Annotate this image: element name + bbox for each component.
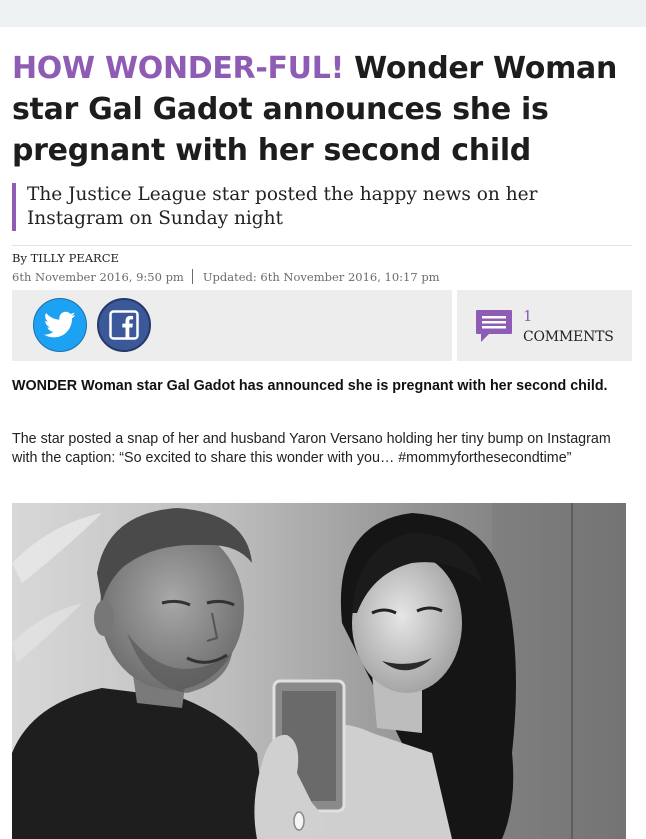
updated-date: Updated: 6th November 2016, 10:17 pm (202, 269, 440, 284)
date-separator (191, 269, 193, 284)
twitter-share-button[interactable] (33, 298, 87, 352)
comments-label: COMMENTS (523, 329, 614, 345)
top-bar (0, 0, 646, 27)
facebook-icon (109, 310, 139, 340)
headline: HOW WONDER-FUL! Wonder Woman star Gal Ga… (12, 48, 634, 171)
facebook-share-button[interactable] (97, 298, 151, 352)
comment-icon (476, 310, 512, 342)
comments-count: 1 (523, 307, 533, 325)
divider (12, 245, 632, 246)
headline-kicker: HOW WONDER-FUL! (12, 51, 344, 86)
article-dates: 6th November 2016, 9:50 pm Updated: 6th … (12, 269, 440, 284)
comments-button[interactable]: 1 COMMENTS (457, 290, 632, 361)
twitter-icon (44, 311, 76, 338)
article-paragraph: The star posted a snap of her and husban… (12, 431, 611, 466)
byline[interactable]: By TILLY PEARCE (12, 251, 119, 265)
article-photo[interactable] (12, 503, 626, 839)
standfirst: The Justice League star posted the happy… (12, 183, 627, 231)
couple-selfie-image (12, 503, 626, 839)
article-paragraph-lead: WONDER Woman star Gal Gadot has announce… (12, 378, 608, 394)
published-date: 6th November 2016, 9:50 pm (12, 269, 184, 284)
share-bar (12, 290, 452, 361)
